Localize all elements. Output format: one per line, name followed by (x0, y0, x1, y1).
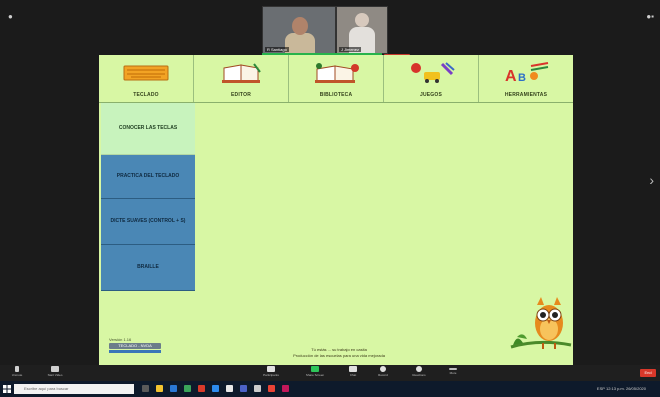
taskbar-search-input[interactable]: Escribe aquí para buscar (14, 384, 134, 394)
unmute-button[interactable]: Unmute (2, 366, 32, 380)
menu-item-juegos[interactable]: JUEGOS (384, 55, 479, 102)
submenu-item-dicte-suaves[interactable]: DICTE SUAVES (CONTROL + S) (101, 199, 195, 245)
version-status: Versión 1.16 TECLADO - NVDA (109, 337, 161, 353)
system-tray-clock[interactable]: ESP 12:13 p.m. 26/05/2020 (597, 386, 646, 391)
end-meeting-button[interactable]: End (640, 369, 656, 377)
participants-button[interactable]: Participants (256, 366, 286, 380)
tools-icon: A B (505, 62, 549, 84)
book-icon (222, 63, 261, 83)
main-menu: TECLADO EDITOR BIBLIOTECA JUEGOS A B HER… (99, 55, 573, 103)
app-icon[interactable] (240, 385, 247, 392)
start-video-button[interactable]: Start Video (40, 366, 70, 380)
toolbar-label: Share Screen (305, 373, 325, 377)
chat-button[interactable]: Chat (338, 366, 368, 380)
menu-label: BIBLIOTECA (319, 92, 353, 98)
file-explorer-icon[interactable] (156, 385, 163, 392)
menu-label: EDITOR (231, 92, 251, 98)
toolbar-label: Unmute (11, 373, 23, 377)
status-progress (109, 350, 161, 353)
app-icon[interactable] (226, 385, 233, 392)
menu-label: TECLADO (133, 92, 159, 98)
keyboard-icon (123, 65, 169, 81)
participants-icon (267, 366, 275, 372)
participant-avatar (285, 33, 315, 53)
status-bar: TECLADO - NVDA (109, 343, 161, 349)
share-screen-button[interactable]: Share Screen (300, 366, 330, 380)
submenu-item-conocer-teclas[interactable]: CONOCER LAS TECLAS (101, 103, 195, 155)
keyboard-submenu: CONOCER LAS TECLAS PRACTICA DEL TECLADO … (101, 103, 195, 291)
chevron-right-icon[interactable]: › (649, 172, 654, 188)
menu-item-editor[interactable]: EDITOR (194, 55, 289, 102)
toolbar-label: Participants (263, 373, 279, 377)
more-button[interactable]: More (438, 366, 468, 380)
svg-text:A: A (505, 68, 517, 84)
participant-video-1[interactable]: R Santiago (262, 6, 336, 54)
zoom-meeting-toolbar: Unmute Start Video Participants Share Sc… (0, 365, 660, 381)
toolbar-label: Chat (349, 373, 357, 377)
chat-icon (349, 366, 357, 372)
view-options-icon[interactable]: ●▪ (646, 12, 654, 21)
participant-name: J Jimenez (339, 47, 362, 52)
more-dots-icon (449, 368, 457, 370)
games-icon (411, 62, 455, 83)
toolbar-label: More (449, 371, 457, 375)
app-icon[interactable] (254, 385, 261, 392)
credits-line-2: Producción de las escuelas para una vida… (293, 353, 385, 358)
svg-text:B: B (518, 72, 526, 84)
menu-item-biblioteca[interactable]: BIBLIOTECA (289, 55, 384, 102)
microphone-icon (15, 366, 19, 372)
menu-item-teclado[interactable]: TECLADO (99, 55, 194, 102)
owl-mascot-icon (510, 297, 572, 349)
store-icon[interactable] (184, 385, 191, 392)
participant-video-2[interactable]: J Jimenez (336, 6, 388, 54)
menu-label: JUEGOS (419, 92, 443, 98)
app-icon[interactable] (198, 385, 205, 392)
reactions-icon (416, 366, 422, 372)
chrome-icon[interactable] (268, 385, 275, 392)
record-icon (380, 366, 386, 372)
windows-taskbar: Escribe aquí para buscar ESP 12:13 p.m. … (0, 381, 660, 397)
toolbar-label: Record (378, 373, 388, 377)
participant-head (355, 13, 369, 27)
info-icon[interactable]: ● (8, 12, 13, 21)
app-icon[interactable] (282, 385, 289, 392)
zoom-app-icon[interactable] (212, 385, 219, 392)
share-screen-icon (311, 366, 319, 372)
shared-app-window: TECLADO EDITOR BIBLIOTECA JUEGOS A B HER… (99, 55, 573, 365)
windows-start-icon[interactable] (3, 385, 11, 393)
library-icon (315, 63, 359, 83)
menu-item-herramientas[interactable]: A B HERRAMIENTAS (479, 55, 573, 102)
reactions-button[interactable]: Reactions (404, 366, 434, 380)
participant-name: R Santiago (265, 47, 289, 52)
version-label: Versión 1.16 (109, 337, 132, 342)
record-button[interactable]: Record (368, 366, 398, 380)
participant-head (292, 17, 308, 35)
submenu-item-braille[interactable]: BRAILLE (101, 245, 195, 291)
credits-text: Tú estás ... su trabajo en casita Produc… (239, 347, 439, 359)
video-camera-icon (51, 366, 59, 372)
submenu-item-practica-teclado[interactable]: PRACTICA DEL TECLADO (101, 155, 195, 199)
menu-label: HERRAMIENTAS (504, 92, 548, 98)
toolbar-label: Start Video (47, 373, 63, 377)
task-view-icon[interactable] (142, 385, 149, 392)
toolbar-label: Reactions (412, 373, 426, 377)
edge-browser-icon[interactable] (170, 385, 177, 392)
